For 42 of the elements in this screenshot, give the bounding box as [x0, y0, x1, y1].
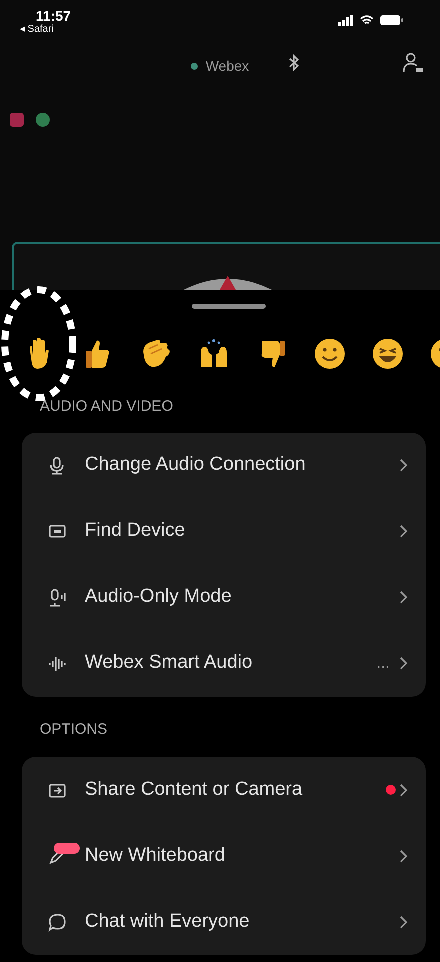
video-indicator-icon: [36, 113, 50, 127]
wifi-icon: [360, 14, 374, 26]
menu-item-label: Webex Smart Audio: [85, 651, 253, 676]
back-link[interactable]: ◂ Safari: [20, 24, 72, 36]
menu-item[interactable]: Webex Smart Audio ...: [22, 630, 426, 696]
menu-item[interactable]: New Whiteboard: [22, 823, 426, 889]
microphone-icon: [48, 456, 67, 475]
status-time: 11:57: [36, 8, 72, 24]
battery-icon: [380, 14, 404, 26]
chevron-icon: [400, 657, 408, 670]
chevron-icon: [400, 459, 408, 472]
menu-item-label: Audio-Only Mode: [85, 585, 232, 610]
chevron-icon: [400, 784, 408, 796]
chevron-icon: [400, 916, 408, 928]
menu-item-label: New Whiteboard: [85, 844, 226, 868]
section-header: AUDIO AND VIDEO: [39, 397, 174, 417]
raised-hands-icon[interactable]: [198, 336, 230, 370]
menu-item[interactable]: Chat with Everyone: [22, 889, 426, 955]
bluetooth-icon[interactable]: [288, 54, 300, 72]
menu-item[interactable]: Share Content or Camera: [22, 757, 426, 823]
microphone-waves-icon: [48, 588, 67, 607]
menu-item-label: Chat with Everyone: [85, 910, 250, 934]
menu-item-label: Share Content or Camera: [85, 778, 303, 802]
chat-bubble-icon: [48, 912, 67, 932]
signal-icon: [338, 14, 354, 26]
chevron-icon: [400, 591, 408, 604]
menu-item-label: Change Audio Connection: [85, 453, 306, 478]
mute-indicator-icon: [10, 113, 24, 127]
waveform-icon: [48, 654, 67, 673]
screen-icon: [48, 522, 67, 541]
chevron-icon: [400, 525, 408, 538]
menu-item[interactable]: Find Device: [22, 498, 426, 564]
section-header: OPTIONS: [39, 720, 109, 740]
item-value: ...: [376, 654, 390, 674]
participants-icon[interactable]: [402, 52, 424, 74]
chevron-icon: [400, 850, 408, 862]
menu-item[interactable]: Change Audio Connection: [22, 432, 426, 498]
menu-item-label: Find Device: [85, 519, 186, 544]
smiling-face-icon[interactable]: [314, 336, 346, 370]
menu-item[interactable]: Audio-Only Mode: [22, 564, 426, 630]
meeting-title[interactable]: Webex: [206, 56, 250, 77]
laughing-face-icon[interactable]: [372, 336, 404, 370]
